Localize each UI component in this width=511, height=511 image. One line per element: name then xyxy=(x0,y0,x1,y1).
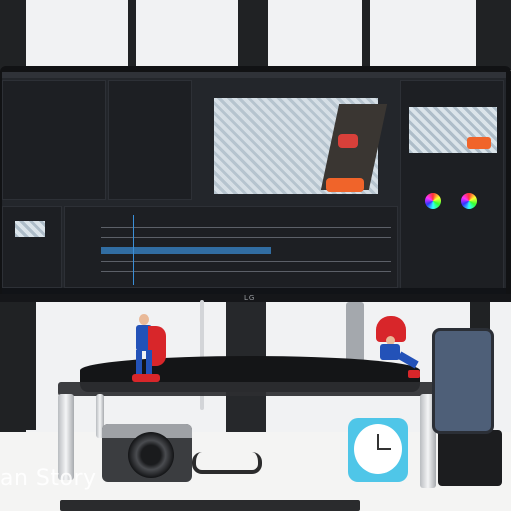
watermark-text: an Story xyxy=(0,466,97,491)
project-panel xyxy=(2,206,62,288)
smartphone xyxy=(432,328,494,434)
window-mullion xyxy=(128,0,136,70)
superman-figure-left xyxy=(126,314,170,386)
lumetri-panel xyxy=(400,80,504,290)
playhead xyxy=(133,215,134,285)
timeline-panel xyxy=(64,206,398,288)
menu-bar xyxy=(2,72,506,78)
timer-dial xyxy=(354,424,402,474)
program-video xyxy=(214,98,388,194)
timeline-clip xyxy=(101,247,271,254)
window-frame-right xyxy=(476,0,511,70)
effects-panel xyxy=(108,80,192,200)
monitor-bezel xyxy=(0,294,511,302)
camera-lens xyxy=(128,432,174,478)
keyboard xyxy=(60,500,360,511)
source-panel xyxy=(2,80,106,200)
monitor-riser-shelf xyxy=(58,382,438,396)
phone-stand xyxy=(438,430,502,486)
monitor-logo: LG xyxy=(244,294,256,302)
window-frame-lower-left xyxy=(0,300,36,430)
window-mullion-center xyxy=(238,0,268,70)
monitor-arm-clamp xyxy=(346,302,364,362)
camera-strap xyxy=(192,452,262,474)
window-mullion xyxy=(362,0,370,70)
editing-screen xyxy=(2,72,506,294)
superman-figure-right xyxy=(368,316,422,382)
